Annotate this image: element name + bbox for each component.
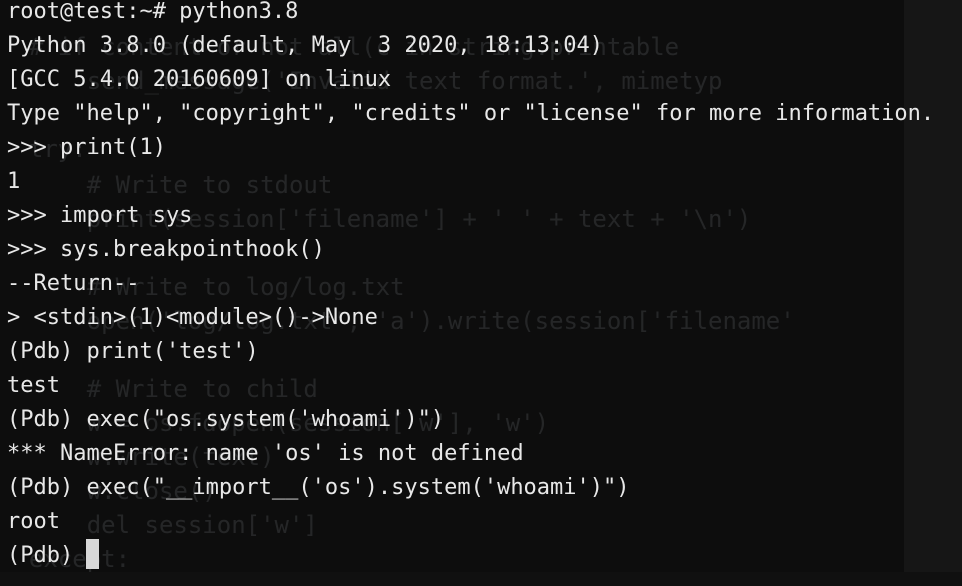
text-cursor — [86, 539, 100, 569]
terminal-line: --Return-- — [7, 271, 140, 296]
terminal-line: test — [7, 373, 60, 398]
background-editor-bottom — [0, 572, 962, 586]
terminal-line: *** NameError: name 'os' is not defined — [7, 441, 524, 466]
pdb-prompt: (Pdb) — [7, 543, 87, 568]
terminal-line: (Pdb) print('test') — [7, 339, 259, 364]
terminal-line: [GCC 5.4.0 20160609] on linux — [7, 67, 392, 92]
terminal-prompt-line[interactable]: (Pdb) — [7, 539, 962, 573]
terminal-line: >>> sys.breakpointhook() — [7, 237, 325, 262]
terminal-line: root@test:~# python3.8 — [7, 0, 299, 24]
terminal-line: Type "help", "copyright", "credits" or "… — [7, 101, 935, 126]
terminal-line: >>> import sys — [7, 203, 193, 228]
terminal-line: 1 — [7, 169, 21, 194]
terminal-line: > <stdin>(1)<module>()->None — [7, 305, 378, 330]
terminal-line: >>> print(1) — [7, 135, 166, 160]
terminal-line: (Pdb) exec("os.system('whoami')") — [7, 407, 445, 432]
terminal-output[interactable]: root@test:~# python3.8 Python 3.8.0 (def… — [7, 0, 962, 573]
terminal-line: Python 3.8.0 (default, May 3 2020, 18:13… — [7, 33, 604, 58]
terminal-line: (Pdb) exec("__import__('os').system('who… — [7, 475, 630, 500]
terminal-line: root — [7, 509, 60, 534]
terminal-window[interactable]: # if content or not all(c in string.prin… — [0, 0, 962, 586]
